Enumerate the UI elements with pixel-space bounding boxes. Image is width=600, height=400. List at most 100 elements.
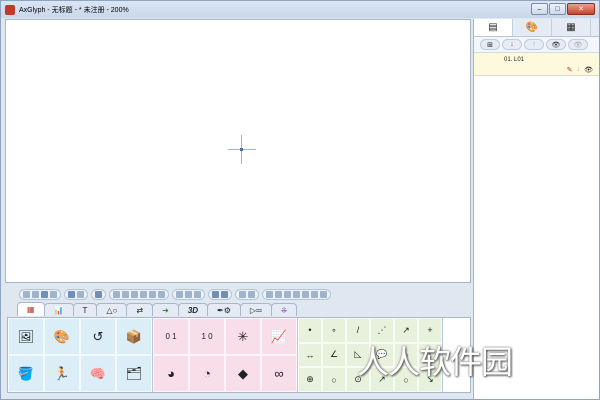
palette-cell[interactable]: ∘ [322,318,346,343]
tab-geometry[interactable]: △○ [96,303,128,316]
save-icon[interactable] [41,290,48,298]
palette-cell[interactable]: 1 0 [189,318,225,355]
app-icon [5,4,15,15]
tab-arrows[interactable]: ➜ [152,303,179,316]
minimize-button[interactable]: – [531,3,548,15]
order-toolbar-group [208,288,232,300]
layer-name: 01. L01 [504,57,525,63]
align-center-icon[interactable] [122,290,129,298]
panel-scrollbar[interactable] [591,19,599,36]
palette-cell[interactable]: 🏃 [44,355,80,392]
category-tabs: ▦ 📊 T △○ ⇄ ➜ 3D ✒⚙ ▷═ ⁜ [5,302,471,316]
app-window: AxGlyph - 无标题 - * 未注册 - 200% – □ ✕ ▤ 🎨 ▦… [0,0,600,400]
tab-text-label: T [82,305,88,315]
palette-cell[interactable]: • [298,318,322,343]
tab-charts[interactable]: 📊 [43,303,74,316]
add-layer-button[interactable]: ⊞ [480,39,500,50]
palette-cell[interactable]: ◕ [153,355,189,392]
palette-cell[interactable]: ◔ [189,355,225,392]
triangle-circle-icon: △○ [106,305,118,315]
space-h-icon[interactable] [293,290,300,298]
move-down-button[interactable]: ↓ [502,39,522,50]
maximize-button[interactable]: □ [549,3,566,15]
tab-tools[interactable]: ✒⚙ [207,303,241,316]
close-button[interactable]: ✕ [567,3,595,15]
space-v-icon[interactable] [302,290,309,298]
palette-cell[interactable]: ◆ [225,355,261,392]
show-layer-button[interactable]: 👁 [546,39,566,50]
distribute-center-icon[interactable] [194,290,201,298]
palette-cell[interactable]: 🧠 [80,355,116,392]
eye-icon[interactable]: 👁 [584,66,593,74]
lock-icon[interactable]: ↓ [577,66,581,74]
snap-icon[interactable] [95,290,102,298]
new-icon[interactable] [23,290,30,298]
layer-toolbar: ⊞ ↓ ↑ 👁 👁 [474,37,599,53]
palette-cell[interactable]: 📈 [261,318,297,355]
distribute-h-icon[interactable] [176,290,183,298]
edit-icon[interactable]: ✎ [567,66,573,74]
align-toolbar-group [109,288,169,300]
palette-group-images: 🖼 🪣 🎨 🏃 ↺ 🧠 📦 🗂 [8,318,153,392]
palette-cell[interactable]: 0 1 [153,318,189,355]
align-bottom-icon[interactable] [158,290,165,298]
same-width-icon[interactable] [266,290,273,298]
align-right-icon[interactable] [131,290,138,298]
tab-flow[interactable]: ⇄ [126,303,154,316]
space-fit-icon[interactable] [320,290,327,298]
palette-tab[interactable]: 🎨 [513,19,552,36]
tab-grid[interactable]: ⁜ [270,303,298,316]
same-height-icon[interactable] [275,290,282,298]
tab-3d[interactable]: 3D [177,303,209,316]
palette-cell[interactable]: 🪣 [8,355,44,392]
watermark-text: 人人软件园 [357,343,513,381]
grid-icon[interactable] [68,290,75,298]
drawing-canvas[interactable] [5,19,471,283]
grid-options-icon[interactable] [77,290,84,298]
settings-icon[interactable] [50,290,57,298]
tab-3d-label: 3D [187,305,199,315]
origin-point [240,148,243,151]
move-up-button[interactable]: ↑ [524,39,544,50]
palette-cell[interactable]: ○ [322,367,346,392]
palette-cell[interactable]: 🎨 [44,318,80,355]
tab-dimension[interactable]: ▷═ [239,303,272,316]
alignment-toolbar [5,287,471,301]
window-controls: – □ ✕ [531,3,595,15]
tab-text[interactable]: T [72,303,98,316]
align-middle-icon[interactable] [149,290,156,298]
palette-cell[interactable]: ∞ [261,355,297,392]
palette-cell[interactable]: ∠ [322,342,346,368]
palette-cell[interactable]: 🗂 [116,355,152,392]
same-size-icon[interactable] [284,290,291,298]
title-bar: AxGlyph - 无标题 - * 未注册 - 200% – □ ✕ [1,1,599,18]
palette-cell[interactable]: ↔ [298,342,322,368]
palette-cell[interactable]: 📦 [116,318,152,355]
distribute-v-icon[interactable] [185,290,192,298]
arrow-icon: ➜ [162,305,169,315]
layers-tab[interactable]: ▤ [474,19,513,36]
send-back-icon[interactable] [221,290,228,298]
layer-item[interactable]: 01. L01 ✎ ↓ 👁 [474,53,599,76]
palette-cell[interactable]: ✳ [225,318,261,355]
group-toolbar-group [235,288,259,300]
open-icon[interactable] [32,290,39,298]
palette-cell[interactable]: ⊕ [298,367,322,392]
bring-front-icon[interactable] [212,290,219,298]
align-top-icon[interactable] [140,290,147,298]
hide-layer-button[interactable]: 👁 [568,39,588,50]
palette-cell[interactable]: ↺ [80,318,116,355]
scenes-tab[interactable]: ▦ [552,19,591,36]
pen-gear-icon: ✒⚙ [217,305,231,315]
palette-group-charts: 0 1 ◕ 1 0 ◔ ✳ ◆ 📈 ∞ [153,318,298,392]
layer-row-icons: ✎ ↓ 👁 [567,66,593,74]
align-left-icon[interactable] [113,290,120,298]
grid-icon: ⁜ [280,305,288,315]
chart-icon: 📊 [53,305,64,315]
flow-icon: ⇄ [136,305,144,315]
palette-cell[interactable]: 🖼 [8,318,44,355]
group-icon[interactable] [239,290,246,298]
tab-shapes[interactable]: ▦ [17,302,45,316]
ungroup-icon[interactable] [248,290,255,298]
space-even-icon[interactable] [311,290,318,298]
